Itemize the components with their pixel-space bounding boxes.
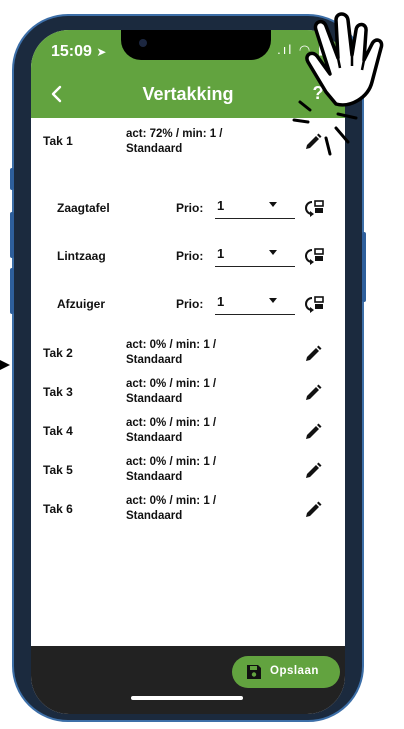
tak-status-line2: Standaard xyxy=(126,432,183,444)
side-button xyxy=(10,212,14,258)
tak-status: act: 0% / min: 1 / Standaard xyxy=(126,494,266,524)
prio-label: Prio: xyxy=(176,249,204,263)
location-arrow-icon: ➤ xyxy=(96,45,107,59)
swap-icon xyxy=(305,296,324,313)
save-button[interactable]: Opslaan xyxy=(232,656,340,688)
edit-button[interactable] xyxy=(303,422,323,442)
tak-row: Tak 6 act: 0% / min: 1 / Standaard xyxy=(31,494,345,528)
tak-row: Tak 3 act: 0% / min: 1 / Standaard xyxy=(31,377,345,411)
sub-item-row: Afzuiger Prio: 1 xyxy=(31,292,345,322)
tak-row: Tak 5 act: 0% / min: 1 / Standaard xyxy=(31,455,345,489)
edit-button[interactable] xyxy=(303,383,323,403)
floppy-disk-icon xyxy=(247,665,261,679)
pencil-icon xyxy=(306,423,322,439)
tak-status-line2: Standaard xyxy=(126,354,183,366)
swap-button[interactable] xyxy=(304,295,324,313)
tak-status-line1: act: 0% / min: 1 / xyxy=(126,417,217,429)
caret-down-icon xyxy=(269,298,277,303)
edit-button[interactable] xyxy=(303,461,323,481)
tak-status-line2: Standaard xyxy=(126,471,183,483)
caret-down-icon xyxy=(269,250,277,255)
tak-name: Tak 3 xyxy=(43,385,73,399)
tak-status: act: 0% / min: 1 / Standaard xyxy=(126,416,266,446)
swap-icon xyxy=(305,248,324,265)
home-indicator xyxy=(131,696,243,700)
save-label: Opslaan xyxy=(270,665,319,677)
tak-status-line2: Standaard xyxy=(126,143,183,155)
prio-select[interactable]: 1 xyxy=(215,196,295,219)
tak-row: Tak 4 act: 0% / min: 1 / Standaard xyxy=(31,416,345,450)
pencil-icon xyxy=(306,384,322,400)
prio-label: Prio: xyxy=(176,201,204,215)
caret-down-icon xyxy=(269,202,277,207)
pencil-icon xyxy=(306,462,322,478)
sub-item-row: Zaagtafel Prio: 1 xyxy=(31,196,345,226)
swap-icon xyxy=(305,200,324,217)
sub-item-name: Afzuiger xyxy=(57,297,105,311)
prio-select[interactable]: 1 xyxy=(215,244,295,267)
tak-status-line1: act: 0% / min: 1 / xyxy=(126,378,217,390)
tak-name: Tak 6 xyxy=(43,502,73,516)
prio-value: 1 xyxy=(217,198,225,213)
tak-status-line1: act: 72% / min: 1 / xyxy=(126,128,223,140)
sub-item-name: Lintzaag xyxy=(57,249,106,263)
prio-label: Prio: xyxy=(176,297,204,311)
pencil-icon xyxy=(306,501,322,517)
status-time: 15:09 ➤ xyxy=(51,43,106,61)
tak-status-line1: act: 0% / min: 1 / xyxy=(126,339,217,351)
prio-value: 1 xyxy=(217,294,225,309)
status-time-text: 15:09 xyxy=(51,43,92,60)
tak-status: act: 0% / min: 1 / Standaard xyxy=(126,377,266,407)
swap-button[interactable] xyxy=(304,199,324,217)
pencil-icon xyxy=(306,345,322,361)
prio-value: 1 xyxy=(217,246,225,261)
side-button xyxy=(362,232,366,302)
pointer-arrow-icon xyxy=(0,360,10,370)
tak-row: Tak 2 act: 0% / min: 1 / Standaard xyxy=(31,338,345,372)
footer-bar: Opslaan xyxy=(31,646,345,714)
tak-status: act: 0% / min: 1 / Standaard xyxy=(126,455,266,485)
tak-status-line2: Standaard xyxy=(126,393,183,405)
tak-name: Tak 5 xyxy=(43,463,73,477)
swap-button[interactable] xyxy=(304,247,324,265)
tak-name: Tak 4 xyxy=(43,424,73,438)
side-button xyxy=(10,268,14,314)
tak-status-line1: act: 0% / min: 1 / xyxy=(126,495,217,507)
edit-button[interactable] xyxy=(303,344,323,364)
tak-status-line1: act: 0% / min: 1 / xyxy=(126,456,217,468)
side-button xyxy=(10,168,14,190)
sub-item-name: Zaagtafel xyxy=(57,201,110,215)
tap-effect-icon xyxy=(292,100,358,156)
tak-name: Tak 1 xyxy=(43,134,73,148)
sub-item-row: Lintzaag Prio: 1 xyxy=(31,244,345,274)
tak-status: act: 72% / min: 1 / Standaard xyxy=(126,127,266,157)
camera-icon xyxy=(139,39,147,47)
edit-button[interactable] xyxy=(303,500,323,520)
prio-select[interactable]: 1 xyxy=(215,292,295,315)
tak-status-line2: Standaard xyxy=(126,510,183,522)
tak-name: Tak 2 xyxy=(43,346,73,360)
tak-status: act: 0% / min: 1 / Standaard xyxy=(126,338,266,368)
